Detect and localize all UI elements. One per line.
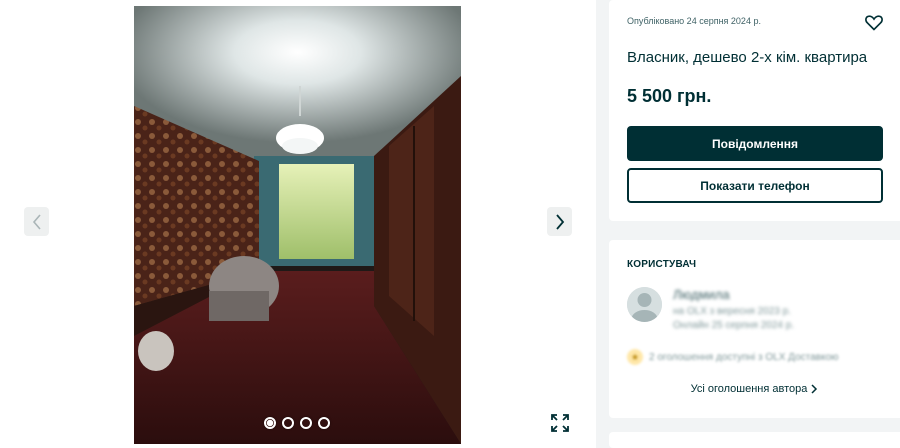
- listing-price: 5 500 грн.: [627, 86, 712, 106]
- seller-info: Людмила на OLX з вересня 2023 р. Онлайн …: [673, 287, 794, 334]
- gallery-dot-2[interactable]: [282, 417, 294, 429]
- gallery-dot-1[interactable]: [264, 417, 276, 429]
- room-photo-image: [134, 6, 461, 444]
- listing-summary-card: Опубліковано 24 серпня 2024 р. Власник, …: [609, 0, 900, 221]
- seller-section-label: КОРИСТУВАЧ: [627, 259, 697, 270]
- gallery-next-button[interactable]: [547, 207, 572, 236]
- delivery-info: ★ 2 оголошення доступні з OLX Доставкою: [627, 349, 839, 365]
- photo-gallery: [0, 0, 596, 448]
- seller-last-seen: Онлайн 25 серпня 2024 р.: [673, 320, 795, 331]
- chevron-left-icon: [32, 213, 41, 230]
- gallery-dot-3[interactable]: [300, 417, 312, 429]
- expand-icon: [551, 414, 569, 432]
- gallery-prev-button[interactable]: [24, 207, 49, 236]
- delivery-text: 2 оголошення доступні з OLX Доставкою: [649, 351, 839, 363]
- favorite-button[interactable]: [864, 12, 884, 32]
- seller-card: КОРИСТУВАЧ Людмила на OLX з вересня 2023…: [609, 240, 900, 418]
- seller-name[interactable]: Людмила: [673, 287, 794, 302]
- show-phone-button[interactable]: Показати телефон: [627, 168, 883, 203]
- gallery-pagination: [264, 417, 330, 429]
- listing-photo[interactable]: [134, 6, 461, 444]
- all-ads-label: Усі оголошення автора: [690, 383, 808, 395]
- gallery-dot-4[interactable]: [318, 417, 330, 429]
- avatar[interactable]: [627, 287, 662, 322]
- published-date: Опубліковано 24 серпня 2024 р.: [627, 16, 761, 26]
- heart-icon: [865, 15, 883, 31]
- seller-registered: на OLX з вересня 2023 р.: [673, 306, 791, 317]
- all-ads-link[interactable]: Усі оголошення автора: [609, 383, 900, 395]
- listing-title: Власник, дешево 2-х кім. квартира: [627, 49, 868, 66]
- next-card-edge: [609, 432, 900, 448]
- chevron-right-icon: [555, 213, 564, 230]
- delivery-icon: ★: [627, 349, 643, 365]
- chevron-right-icon: [811, 384, 818, 394]
- user-avatar-icon: [627, 287, 662, 322]
- fullscreen-button[interactable]: [548, 411, 572, 435]
- message-button[interactable]: Повідомлення: [627, 126, 883, 161]
